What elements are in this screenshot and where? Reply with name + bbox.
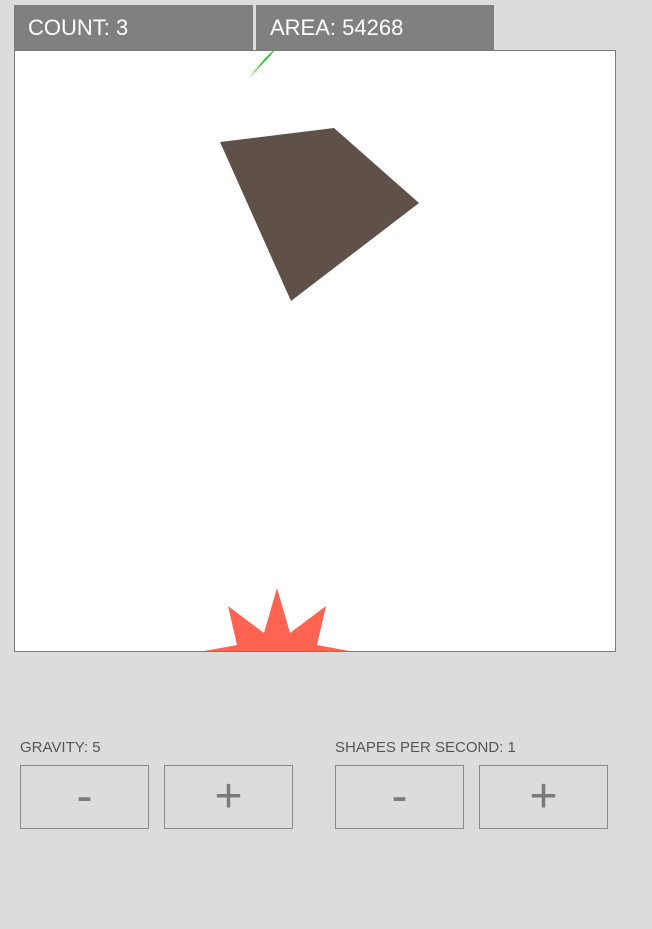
gravity-decrease-button[interactable]: - [20, 765, 149, 829]
area-display: AREA: 54268 [256, 5, 494, 50]
triangle-shape[interactable] [249, 51, 277, 78]
gravity-label: GRAVITY: 5 [20, 739, 101, 756]
shapes-per-second-decrease-button[interactable]: - [335, 765, 464, 829]
quadrilateral-shape[interactable] [220, 128, 419, 301]
star-shape[interactable] [199, 588, 355, 651]
count-display: COUNT: 3 [14, 5, 253, 50]
shapes-per-second-label: SHAPES PER SECOND: 1 [335, 739, 516, 756]
game-canvas[interactable] [14, 50, 616, 652]
gravity-increase-button[interactable]: + [164, 765, 293, 829]
shapes-layer [199, 51, 419, 651]
shapes-per-second-increase-button[interactable]: + [479, 765, 608, 829]
